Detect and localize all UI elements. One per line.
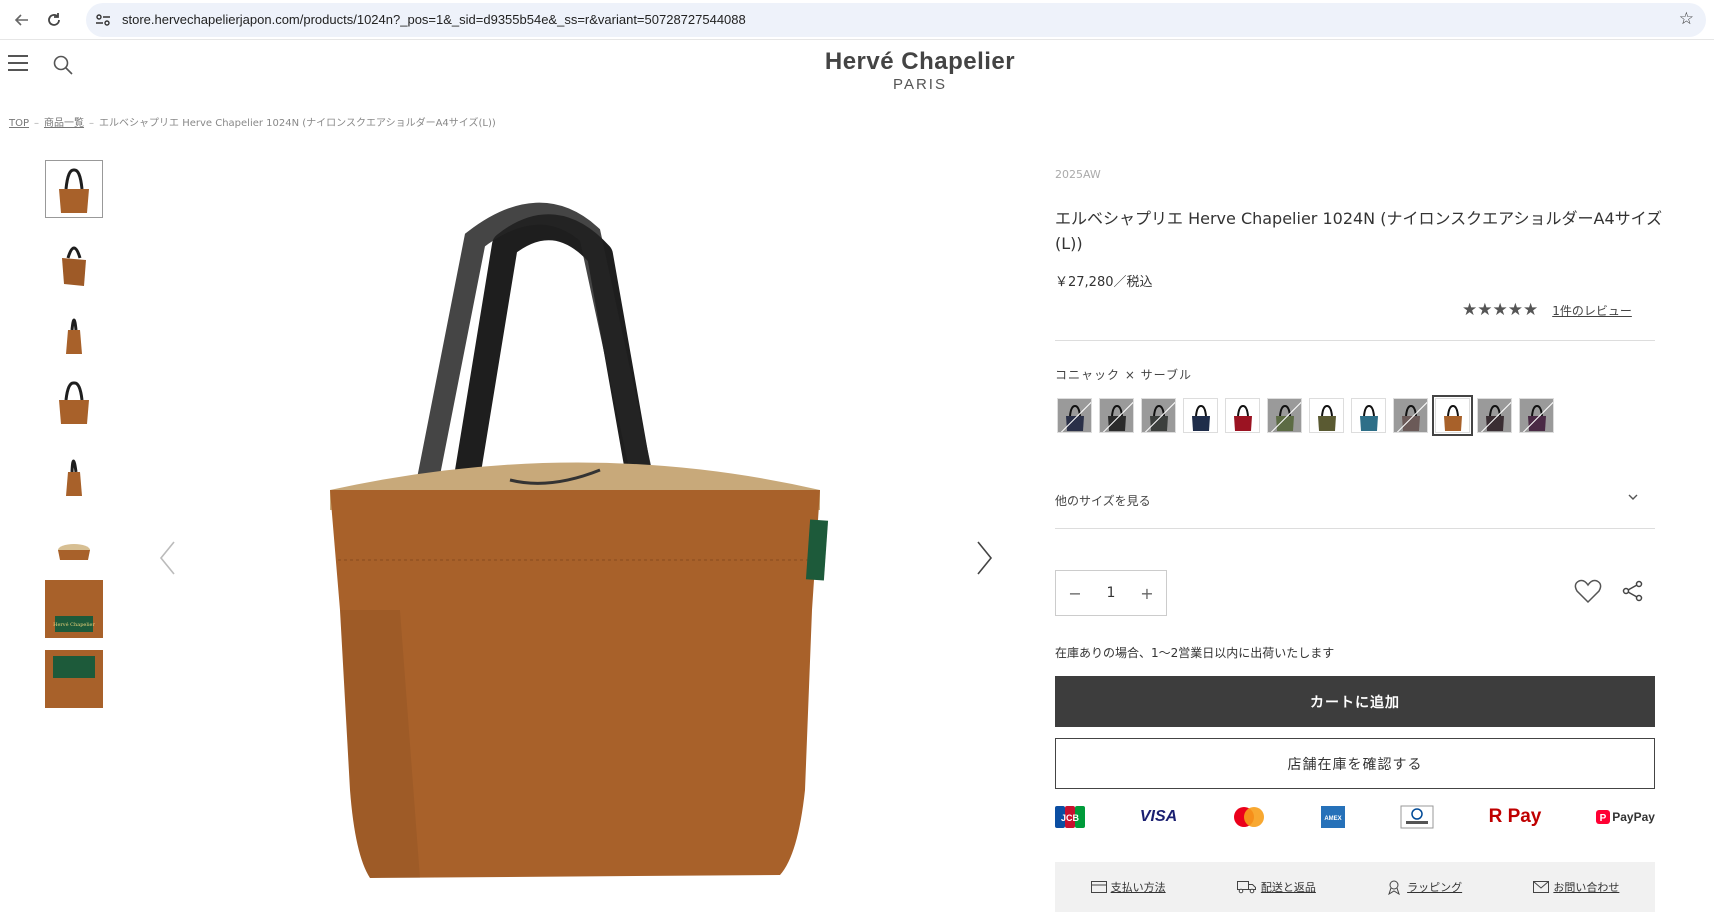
- rpay-logo: R Pay: [1488, 806, 1542, 827]
- minus-icon[interactable]: −: [1068, 584, 1081, 603]
- bag-swatch-icon: [1065, 404, 1084, 431]
- divider: [1055, 528, 1655, 529]
- color-swatch[interactable]: [1183, 398, 1218, 433]
- url-text[interactable]: store.hervechapelierjapon.com/products/1…: [122, 12, 746, 27]
- footer-link-label[interactable]: 配送と返品: [1261, 879, 1316, 895]
- breadcrumb-products[interactable]: 商品一覧: [44, 118, 84, 129]
- bag-swatch-icon: [1107, 404, 1126, 431]
- bag-swatch-icon: [1359, 404, 1378, 431]
- shipping-return-link[interactable]: 配送と返品: [1236, 879, 1316, 895]
- search-icon[interactable]: [52, 54, 74, 80]
- prev-image-arrow-icon[interactable]: [158, 540, 178, 580]
- color-label: コニャック × サーブル: [1055, 368, 1192, 382]
- payment-method-link[interactable]: 支払い方法: [1090, 879, 1166, 895]
- check-store-stock-button[interactable]: 店舗在庫を確認する: [1055, 738, 1655, 789]
- bag-swatch-icon: [1443, 404, 1462, 431]
- divider: [1055, 340, 1655, 341]
- diners-logo: [1400, 805, 1434, 829]
- thumbnail-7[interactable]: Hervé Chapelier: [45, 580, 103, 638]
- share-icon[interactable]: [1622, 580, 1644, 606]
- site-settings-icon[interactable]: [94, 11, 112, 29]
- stock-note: 在庫ありの場合、1〜2営業日以内に出荷いたします: [1055, 646, 1335, 660]
- bag-swatch-icon: [1401, 404, 1420, 431]
- bag-swatch-icon: [1275, 404, 1294, 431]
- contact-link[interactable]: お問い合わせ: [1533, 879, 1619, 895]
- hamburger-menu-icon[interactable]: [8, 55, 28, 71]
- thumbnail-1[interactable]: [45, 160, 103, 218]
- svg-text:P: P: [1600, 813, 1607, 824]
- color-swatches: [1057, 395, 1554, 436]
- mail-icon: [1533, 881, 1550, 893]
- wishlist-heart-icon[interactable]: [1574, 578, 1602, 608]
- amex-logo: AMEX: [1320, 806, 1345, 828]
- mastercard-logo: [1232, 806, 1266, 828]
- color-swatch[interactable]: [1267, 398, 1302, 433]
- quantity-value[interactable]: 1: [1107, 585, 1116, 601]
- color-swatch[interactable]: [1099, 398, 1134, 433]
- other-size-toggle[interactable]: 他のサイズを見る: [1055, 492, 1151, 509]
- address-bar[interactable]: store.hervechapelierjapon.com/products/1…: [86, 3, 1706, 37]
- footer-link-label[interactable]: 支払い方法: [1111, 879, 1166, 895]
- wrapping-link[interactable]: ラッピング: [1387, 879, 1462, 895]
- visa-logo: VISA: [1139, 808, 1178, 825]
- payment-methods: JCB VISA AMEX R Pay P PayPay: [1055, 802, 1655, 832]
- svg-text:Hervé Chapelier: Hervé Chapelier: [53, 621, 95, 628]
- brand-logo[interactable]: Hervé Chapelier: [800, 48, 1040, 76]
- bag-swatch-icon: [1527, 404, 1546, 431]
- back-arrow-icon[interactable]: [10, 8, 34, 32]
- color-swatch[interactable]: [1309, 398, 1344, 433]
- next-image-arrow-icon[interactable]: [974, 540, 994, 580]
- bag-swatch-icon: [1191, 404, 1210, 431]
- product-title: エルベシャプリエ Herve Chapelier 1024N (ナイロンスクエア…: [1055, 209, 1663, 253]
- breadcrumb-separator: –: [89, 118, 95, 129]
- info-links-bar: 支払い方法 配送と返品 ラッピング お問い合わせ: [1055, 862, 1655, 912]
- color-swatch[interactable]: [1351, 398, 1386, 433]
- product-price: ￥27,280／税込: [1055, 275, 1153, 290]
- chevron-down-icon[interactable]: [1626, 490, 1640, 508]
- color-swatch[interactable]: [1432, 395, 1473, 436]
- bag-swatch-icon: [1149, 404, 1168, 431]
- svg-text:JCB: JCB: [1061, 813, 1080, 823]
- bag-swatch-icon: [1485, 404, 1504, 431]
- thumbnail-4[interactable]: [45, 370, 103, 428]
- color-swatch[interactable]: [1057, 398, 1092, 433]
- color-swatch[interactable]: [1141, 398, 1176, 433]
- reload-icon[interactable]: [42, 8, 66, 32]
- brand-logo-sub: PARIS: [893, 76, 947, 93]
- plus-icon[interactable]: +: [1140, 584, 1153, 603]
- thumbnail-2[interactable]: [45, 230, 103, 288]
- season-label: 2025AW: [1055, 168, 1101, 181]
- paypay-logo: P PayPay: [1596, 810, 1655, 824]
- breadcrumb-top[interactable]: TOP: [9, 118, 29, 129]
- review-link[interactable]: 1件のレビュー: [1552, 302, 1632, 319]
- jcb-logo: JCB: [1055, 806, 1085, 828]
- color-swatch[interactable]: [1393, 398, 1428, 433]
- card-icon: [1090, 881, 1107, 893]
- color-swatch[interactable]: [1225, 398, 1260, 433]
- browser-toolbar: store.hervechapelierjapon.com/products/1…: [0, 0, 1714, 40]
- truck-icon: [1236, 881, 1256, 894]
- footer-link-label[interactable]: ラッピング: [1407, 879, 1462, 895]
- breadcrumb: TOP – 商品一覧 – エルベシャプリエ Herve Chapelier 1024N …: [9, 114, 496, 129]
- add-to-cart-button[interactable]: カートに追加: [1055, 676, 1655, 727]
- thumbnail-8[interactable]: [45, 650, 103, 708]
- svg-text:AMEX: AMEX: [1324, 816, 1341, 822]
- quantity-stepper: − 1 +: [1055, 570, 1167, 616]
- rating-block: ★★★★★ 1件のレビュー: [1462, 300, 1632, 320]
- gift-icon: [1388, 880, 1400, 895]
- color-swatch[interactable]: [1477, 398, 1512, 433]
- bag-swatch-icon: [1233, 404, 1252, 431]
- breadcrumb-current: エルベシャプリエ Herve Chapelier 1024N (ナイロンスクエア…: [99, 118, 496, 129]
- footer-link-label[interactable]: お問い合わせ: [1553, 879, 1619, 895]
- color-swatch[interactable]: [1519, 398, 1554, 433]
- thumbnail-3[interactable]: [45, 300, 103, 358]
- thumbnail-gallery: Hervé Chapelier: [45, 160, 105, 720]
- thumbnail-6[interactable]: [45, 510, 103, 568]
- product-main-image: [300, 190, 860, 890]
- breadcrumb-separator: –: [34, 118, 40, 129]
- bookmark-star-icon[interactable]: ☆: [1679, 9, 1694, 29]
- rating-stars-icon: ★★★★★: [1462, 300, 1539, 320]
- thumbnail-5[interactable]: [45, 440, 103, 498]
- bag-swatch-icon: [1317, 404, 1336, 431]
